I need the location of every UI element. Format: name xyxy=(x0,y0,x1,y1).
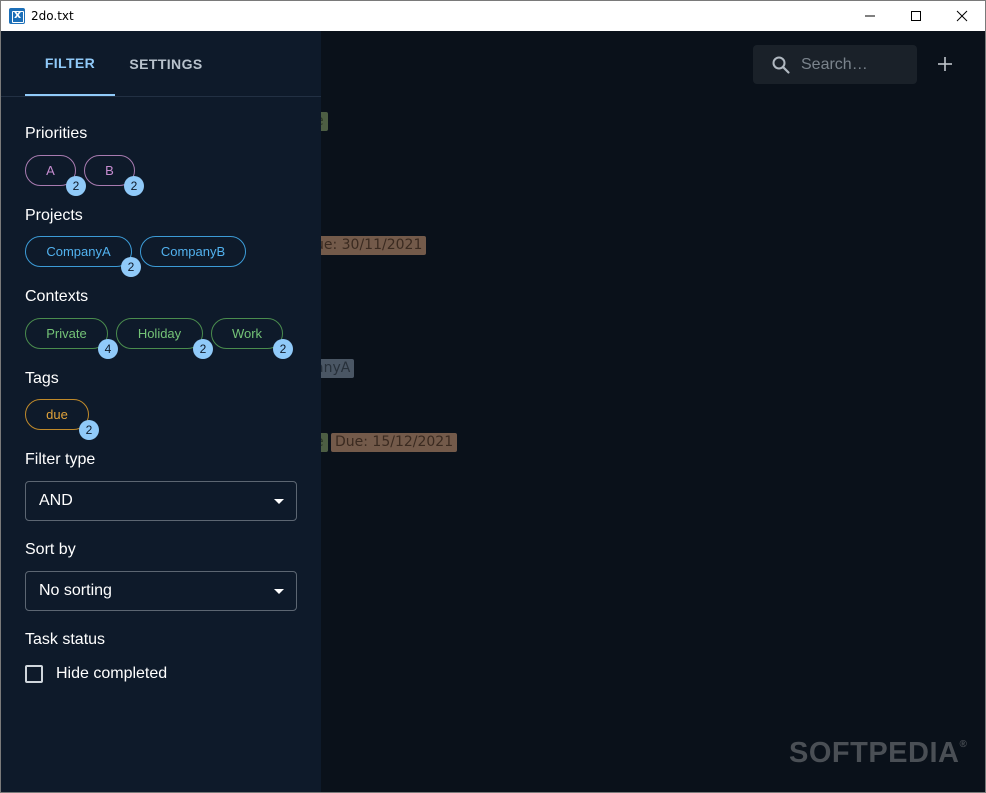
task-status-heading: Task status xyxy=(25,631,106,648)
count-badge: 2 xyxy=(193,339,213,359)
plus-icon xyxy=(938,57,952,71)
search-box[interactable] xyxy=(753,45,917,84)
priorities-heading: Priorities xyxy=(25,125,88,142)
tags-heading: Tags xyxy=(25,370,59,387)
project-chip-companya[interactable]: CompanyA xyxy=(25,236,132,267)
dropdown-arrow-icon xyxy=(274,589,284,594)
count-badge: 2 xyxy=(121,257,141,277)
chip-label: Holiday xyxy=(137,326,182,341)
watermark-mark: ® xyxy=(959,739,968,750)
app-window: 2do.txt e ue: 30/11/2021 anyA e Due: 15/… xyxy=(0,0,986,793)
count-badge: 2 xyxy=(66,176,86,196)
projects-heading: Projects xyxy=(25,207,83,224)
chip-label: Private xyxy=(46,326,87,341)
project-chip-companyb[interactable]: CompanyB xyxy=(140,236,246,267)
filter-drawer: FILTER SETTINGS Priorities A 2 B 2 Proje… xyxy=(1,31,321,792)
contexts-heading: Contexts xyxy=(25,288,89,305)
maximize-icon xyxy=(911,11,921,21)
count-badge: 4 xyxy=(98,339,118,359)
count-badge: 2 xyxy=(79,420,99,440)
task-due-chip: Due: 15/12/2021 xyxy=(331,433,458,452)
chip-label: due xyxy=(46,407,68,422)
hide-completed-checkbox[interactable] xyxy=(25,665,43,683)
close-button[interactable] xyxy=(939,1,985,31)
count-badge: 2 xyxy=(273,339,293,359)
maximize-button[interactable] xyxy=(893,1,939,31)
tab-filter[interactable]: FILTER xyxy=(25,31,115,96)
chip-label: B xyxy=(105,163,114,178)
context-chip-work[interactable]: Work xyxy=(211,318,283,349)
count-badge: 2 xyxy=(124,176,144,196)
search-icon xyxy=(772,56,790,74)
close-icon xyxy=(956,10,968,22)
watermark-text: SOFTPEDIA xyxy=(789,737,960,769)
context-chip-holiday[interactable]: Holiday xyxy=(116,318,203,349)
app-logo-icon xyxy=(9,8,25,24)
select-value: AND xyxy=(39,492,73,509)
context-chip-private[interactable]: Private xyxy=(25,318,108,349)
chip-label: CompanyA xyxy=(46,244,111,259)
tab-settings[interactable]: SETTINGS xyxy=(121,31,211,96)
chip-label: Work xyxy=(231,326,263,341)
filter-type-select[interactable]: AND xyxy=(25,481,297,521)
title-bar: 2do.txt xyxy=(1,1,985,31)
dropdown-arrow-icon xyxy=(274,499,284,504)
hide-completed-row[interactable]: Hide completed xyxy=(25,665,167,683)
sort-by-select[interactable]: No sorting xyxy=(25,571,297,611)
select-value: No sorting xyxy=(39,582,112,599)
drawer-tabs: FILTER SETTINGS xyxy=(1,31,321,97)
watermark: SOFTPEDIA® xyxy=(789,737,967,770)
hide-completed-label[interactable]: Hide completed xyxy=(56,665,167,683)
window-title: 2do.txt xyxy=(31,9,74,23)
add-task-button[interactable] xyxy=(933,52,957,76)
sort-by-heading: Sort by xyxy=(25,541,76,558)
minimize-icon xyxy=(865,15,875,17)
minimize-button[interactable] xyxy=(847,1,893,31)
search-input[interactable] xyxy=(801,55,911,74)
chip-label: CompanyB xyxy=(160,244,226,259)
chip-label: A xyxy=(46,163,55,178)
task-due-chip: ue: 30/11/2021 xyxy=(311,236,427,255)
window-controls xyxy=(847,1,985,31)
filter-type-heading: Filter type xyxy=(25,451,96,468)
